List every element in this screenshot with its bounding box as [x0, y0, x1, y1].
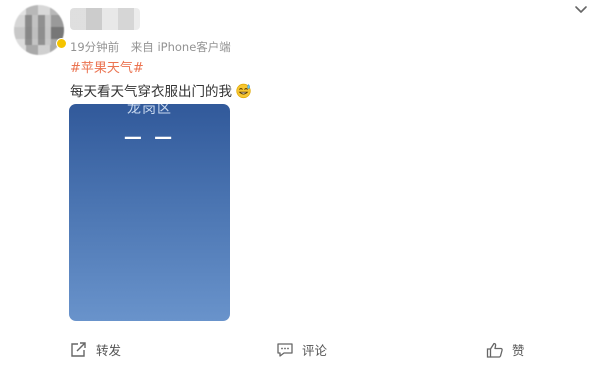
- like-label: 赞: [512, 343, 525, 358]
- post-time[interactable]: 19分钟前: [70, 40, 119, 54]
- chevron-down-icon[interactable]: [574, 4, 588, 16]
- verified-badge: [56, 38, 67, 49]
- username-blurred[interactable]: [70, 8, 140, 30]
- like-button[interactable]: 赞: [486, 340, 525, 359]
- comment-label: 评论: [302, 343, 328, 358]
- weather-temperature: — —: [123, 127, 176, 148]
- weather-location: 龙岗区: [127, 104, 172, 117]
- repost-label: 转发: [96, 343, 122, 358]
- post-meta: 19分钟前 来自 iPhone客户端: [70, 39, 231, 55]
- post-text: 每天看天气穿衣服出门的我: [70, 80, 252, 100]
- hashtag-link[interactable]: #苹果天气#: [70, 57, 144, 76]
- post-text-content: 每天看天气穿衣服出门的我: [70, 84, 232, 100]
- comment-button[interactable]: 评论: [276, 340, 327, 359]
- repost-icon: [71, 341, 86, 357]
- sweat-smile-emoji: [236, 83, 251, 98]
- comment-icon: [277, 342, 293, 357]
- post-source: 来自 iPhone客户端: [130, 40, 231, 54]
- avatar[interactable]: [14, 5, 64, 55]
- weather-screenshot-image[interactable]: 龙岗区 — —: [69, 104, 230, 321]
- repost-button[interactable]: 转发: [70, 340, 121, 359]
- like-icon: [486, 342, 503, 358]
